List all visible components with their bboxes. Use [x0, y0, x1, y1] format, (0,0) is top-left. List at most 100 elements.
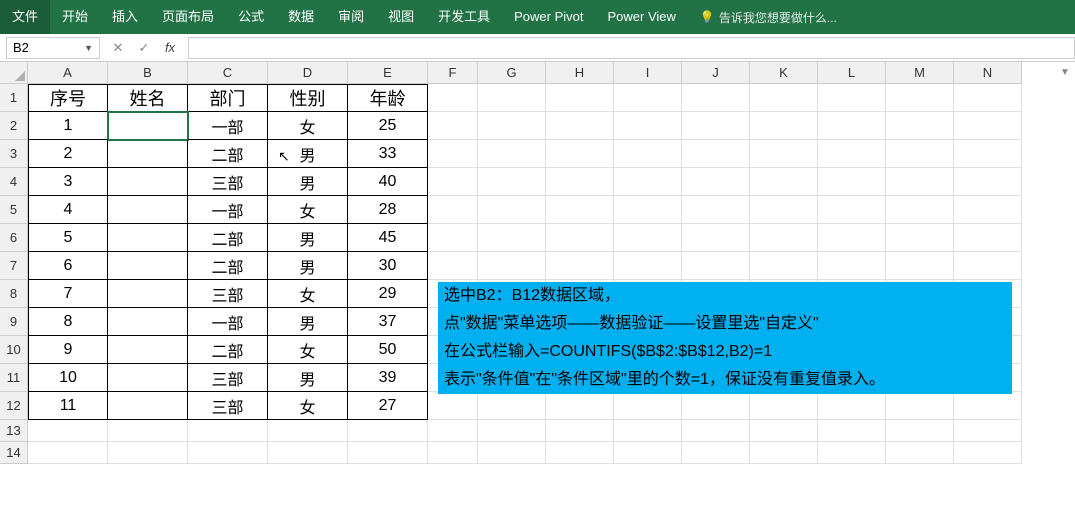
- column-header-J[interactable]: J: [682, 62, 750, 84]
- cell-G2[interactable]: [478, 112, 546, 140]
- cell-F1[interactable]: [428, 84, 478, 112]
- cell-C10[interactable]: 二部: [188, 336, 268, 364]
- row-header-11[interactable]: 11: [0, 364, 28, 392]
- cell-D4[interactable]: 男: [268, 168, 348, 196]
- cell-L5[interactable]: [818, 196, 886, 224]
- cell-K13[interactable]: [750, 420, 818, 442]
- cell-L4[interactable]: [818, 168, 886, 196]
- row-header-6[interactable]: 6: [0, 224, 28, 252]
- cell-H4[interactable]: [546, 168, 614, 196]
- cell-N3[interactable]: [954, 140, 1022, 168]
- column-header-M[interactable]: M: [886, 62, 954, 84]
- cell-F5[interactable]: [428, 196, 478, 224]
- cell-E2[interactable]: 25: [348, 112, 428, 140]
- row-header-7[interactable]: 7: [0, 252, 28, 280]
- column-header-C[interactable]: C: [188, 62, 268, 84]
- cell-I7[interactable]: [614, 252, 682, 280]
- cell-K4[interactable]: [750, 168, 818, 196]
- cell-I1[interactable]: [614, 84, 682, 112]
- ribbon-tab-power-view[interactable]: Power View: [596, 0, 688, 34]
- cell-E11[interactable]: 39: [348, 364, 428, 392]
- cell-B11[interactable]: [108, 364, 188, 392]
- row-header-14[interactable]: 14: [0, 442, 28, 464]
- cell-J7[interactable]: [682, 252, 750, 280]
- cell-K7[interactable]: [750, 252, 818, 280]
- cell-B9[interactable]: [108, 308, 188, 336]
- cell-A10[interactable]: 9: [28, 336, 108, 364]
- cell-H6[interactable]: [546, 224, 614, 252]
- cell-J14[interactable]: [682, 442, 750, 464]
- cell-B2[interactable]: [108, 112, 188, 140]
- cell-B7[interactable]: [108, 252, 188, 280]
- cell-J2[interactable]: [682, 112, 750, 140]
- cell-E5[interactable]: 28: [348, 196, 428, 224]
- cell-D10[interactable]: 女: [268, 336, 348, 364]
- cell-I12[interactable]: [614, 392, 682, 420]
- row-header-10[interactable]: 10: [0, 336, 28, 364]
- cell-E12[interactable]: 27: [348, 392, 428, 420]
- cell-B6[interactable]: [108, 224, 188, 252]
- row-header-12[interactable]: 12: [0, 392, 28, 420]
- cell-E13[interactable]: [348, 420, 428, 442]
- cell-G14[interactable]: [478, 442, 546, 464]
- column-header-F[interactable]: F: [428, 62, 478, 84]
- cell-C8[interactable]: 三部: [188, 280, 268, 308]
- cell-D11[interactable]: 男: [268, 364, 348, 392]
- cell-M13[interactable]: [886, 420, 954, 442]
- cell-C5[interactable]: 一部: [188, 196, 268, 224]
- cell-M6[interactable]: [886, 224, 954, 252]
- cell-J13[interactable]: [682, 420, 750, 442]
- cell-G12[interactable]: [478, 392, 546, 420]
- cell-E7[interactable]: 30: [348, 252, 428, 280]
- column-header-L[interactable]: L: [818, 62, 886, 84]
- cell-H5[interactable]: [546, 196, 614, 224]
- cell-H1[interactable]: [546, 84, 614, 112]
- cell-E1[interactable]: 年龄: [348, 84, 428, 112]
- cell-D5[interactable]: 女: [268, 196, 348, 224]
- cell-A9[interactable]: 8: [28, 308, 108, 336]
- cell-E14[interactable]: [348, 442, 428, 464]
- row-header-2[interactable]: 2: [0, 112, 28, 140]
- column-header-A[interactable]: A: [28, 62, 108, 84]
- ribbon-tab-developer[interactable]: 开发工具: [426, 0, 502, 34]
- cell-A1[interactable]: 序号: [28, 84, 108, 112]
- column-header-N[interactable]: N: [954, 62, 1022, 84]
- cell-M14[interactable]: [886, 442, 954, 464]
- cell-F6[interactable]: [428, 224, 478, 252]
- cell-H2[interactable]: [546, 112, 614, 140]
- cell-I6[interactable]: [614, 224, 682, 252]
- cell-A4[interactable]: 3: [28, 168, 108, 196]
- name-box[interactable]: B2 ▼: [6, 37, 100, 59]
- cell-G4[interactable]: [478, 168, 546, 196]
- cell-L14[interactable]: [818, 442, 886, 464]
- cell-A6[interactable]: 5: [28, 224, 108, 252]
- cell-J6[interactable]: [682, 224, 750, 252]
- cell-M5[interactable]: [886, 196, 954, 224]
- cell-F7[interactable]: [428, 252, 478, 280]
- ribbon-tab-home[interactable]: 开始: [50, 0, 100, 34]
- column-header-E[interactable]: E: [348, 62, 428, 84]
- cell-J4[interactable]: [682, 168, 750, 196]
- cell-M12[interactable]: [886, 392, 954, 420]
- select-all-corner[interactable]: [0, 62, 28, 84]
- cell-J12[interactable]: [682, 392, 750, 420]
- cell-C13[interactable]: [188, 420, 268, 442]
- column-header-B[interactable]: B: [108, 62, 188, 84]
- cell-D1[interactable]: 性别: [268, 84, 348, 112]
- cell-E4[interactable]: 40: [348, 168, 428, 196]
- cell-A3[interactable]: 2: [28, 140, 108, 168]
- cell-M4[interactable]: [886, 168, 954, 196]
- cell-D8[interactable]: 女: [268, 280, 348, 308]
- cell-J5[interactable]: [682, 196, 750, 224]
- cell-L12[interactable]: [818, 392, 886, 420]
- cell-N6[interactable]: [954, 224, 1022, 252]
- fx-icon[interactable]: fx: [162, 40, 178, 55]
- cell-I4[interactable]: [614, 168, 682, 196]
- cell-B13[interactable]: [108, 420, 188, 442]
- cell-L3[interactable]: [818, 140, 886, 168]
- spreadsheet-grid[interactable]: ABCDEFGHIJKLMN1序号姓名部门性别年龄21一部女2532二部男334…: [0, 62, 1075, 464]
- cell-G7[interactable]: [478, 252, 546, 280]
- cell-A5[interactable]: 4: [28, 196, 108, 224]
- cell-B1[interactable]: 姓名: [108, 84, 188, 112]
- cell-B14[interactable]: [108, 442, 188, 464]
